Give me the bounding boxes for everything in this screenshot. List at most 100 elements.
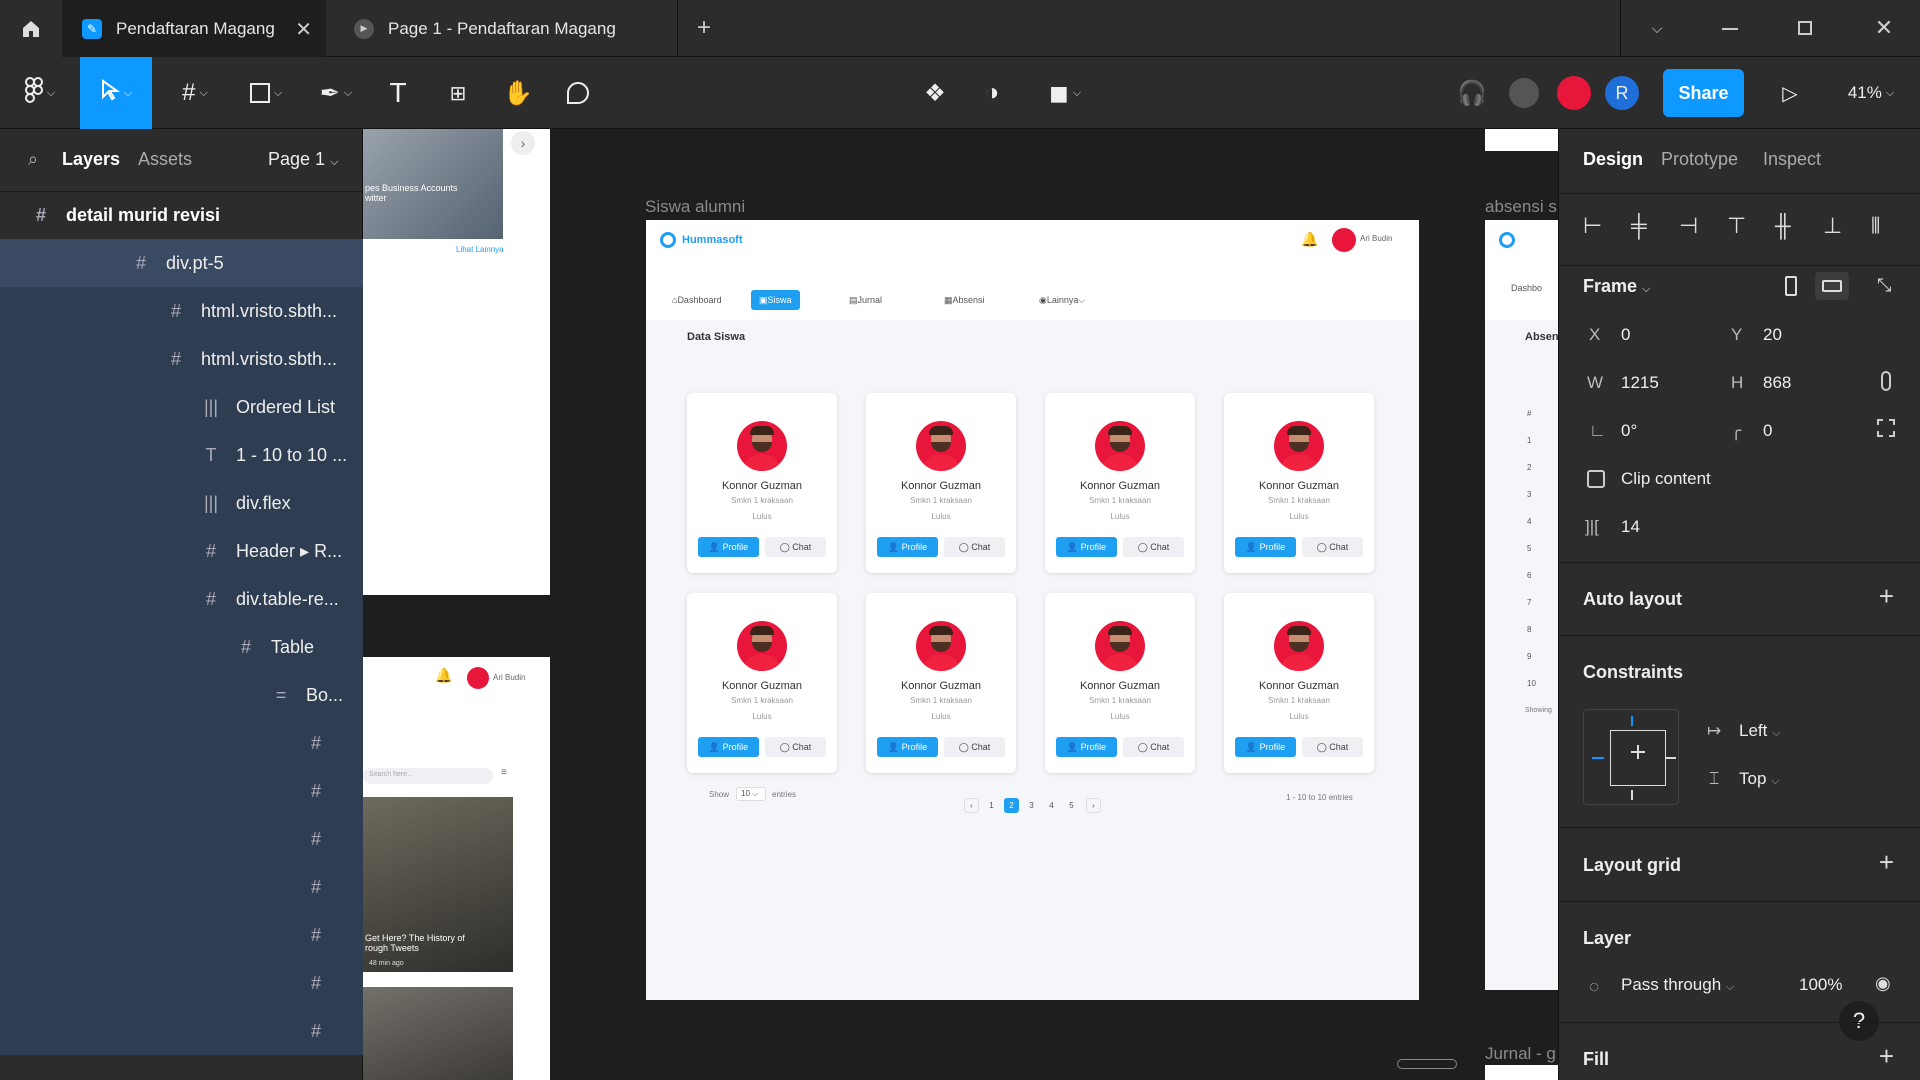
comment-tool[interactable] — [556, 57, 600, 129]
search-icon[interactable]: ⌕ — [28, 149, 38, 170]
layer-row[interactable]: # html.vristo.sbth... — [0, 335, 363, 383]
distribute-icon[interactable]: ⫴ — [1871, 213, 1880, 239]
h-input[interactable]: 868 — [1763, 373, 1791, 393]
add-auto-layout-icon[interactable]: + — [1879, 581, 1894, 612]
layer-row[interactable]: # — [0, 911, 363, 959]
layer-row[interactable]: T 1 - 10 to 10 ... — [0, 431, 363, 479]
see-more-link[interactable]: Lihat Lainnya — [456, 245, 504, 254]
w-input[interactable]: 1215 — [1621, 373, 1659, 393]
avatar-user-1[interactable] — [1504, 57, 1544, 129]
chat-button[interactable]: ◯ Chat — [765, 537, 826, 557]
tab-design[interactable]: Design — [1583, 149, 1643, 170]
chat-button[interactable]: ◯ Chat — [1123, 737, 1184, 757]
chevron-right-icon[interactable]: › — [511, 131, 535, 155]
add-layout-grid-icon[interactable]: + — [1879, 847, 1894, 878]
avatar[interactable] — [1332, 228, 1356, 252]
layer-row[interactable]: # div.table-re... — [0, 575, 363, 623]
main-menu-button[interactable]: ⌵ — [10, 57, 70, 129]
layer-row[interactable]: # html.vristo.sbth... — [0, 287, 363, 335]
canvas[interactable]: pes Business Accounts witter › Lihat Lai… — [363, 129, 1558, 1080]
restore-icon[interactable] — [1798, 21, 1812, 35]
entries-select[interactable]: 10 ⌵ — [736, 787, 766, 801]
nav-item-siswa[interactable]: ▣ Siswa — [751, 290, 800, 310]
present-button[interactable]: ▷ — [1770, 57, 1810, 129]
profile-button[interactable]: 👤 Profile — [877, 737, 938, 757]
tab-inspect[interactable]: Inspect — [1763, 149, 1821, 170]
align-right-icon[interactable]: ⊣ — [1679, 213, 1698, 239]
frame-label[interactable]: absensi s — [1485, 197, 1557, 217]
profile-button[interactable]: 👤 Profile — [1235, 737, 1296, 757]
blend-mode-dropdown[interactable]: Pass through ⌵ — [1621, 975, 1734, 995]
vertical-constraint-dropdown[interactable]: Top ⌵ — [1739, 769, 1780, 789]
eye-icon[interactable]: ◉ — [1875, 973, 1891, 994]
nav-dashboard[interactable]: Dashbo — [1511, 283, 1542, 293]
filter-icon[interactable]: ≡ — [501, 767, 507, 778]
layer-row[interactable]: # — [0, 863, 363, 911]
layer-row[interactable]: # — [0, 815, 363, 863]
align-center-h-icon[interactable]: ╪ — [1631, 213, 1647, 239]
portrait-icon[interactable] — [1785, 276, 1797, 296]
chat-button[interactable]: ◯ Chat — [1302, 737, 1363, 757]
x-input[interactable]: 0 — [1621, 325, 1630, 345]
mask-button[interactable]: ◑ — [970, 57, 1014, 129]
frame-siswa-alumni[interactable]: Hummasoft 🔔 Ari Budin ⌂ Dashboard ▣ Siswa… — [646, 220, 1419, 1000]
frame-label[interactable]: Jurnal - g — [1485, 1044, 1556, 1064]
nav-item-absensi[interactable]: ▦ Absensi — [936, 290, 993, 310]
frame-bottom-right[interactable] — [1485, 1065, 1558, 1080]
chevron-down-icon[interactable]: ⌵ — [1645, 16, 1669, 40]
frame-dropdown[interactable]: Frame ⌵ — [1583, 276, 1650, 297]
resize-to-fit-icon[interactable]: ⤡ — [1877, 275, 1891, 296]
profile-button[interactable]: 👤 Profile — [877, 537, 938, 557]
frame-title-row[interactable]: # detail murid revisi — [0, 191, 363, 239]
corner-radius-input[interactable]: 0 — [1763, 421, 1772, 441]
resources-tool[interactable]: ⊞ — [438, 57, 478, 129]
spacing-input[interactable]: 14 — [1621, 517, 1640, 537]
close-tab-icon[interactable]: ✕ — [295, 17, 312, 42]
frame-label[interactable]: Siswa alumni — [645, 197, 745, 217]
brand-name[interactable]: Hummasoft — [682, 234, 743, 246]
add-fill-icon[interactable]: + — [1879, 1041, 1894, 1072]
boolean-button[interactable]: ◼ ⌵ — [1035, 57, 1095, 129]
frame-tool[interactable]: # ⌵ — [165, 57, 225, 129]
help-button[interactable]: ? — [1839, 1001, 1879, 1041]
frame-top-right[interactable] — [1485, 129, 1558, 151]
prev-page-button[interactable]: ‹ — [964, 798, 979, 813]
bell-icon[interactable]: 🔔 — [435, 667, 452, 684]
nav-item-jurnal[interactable]: ▤ Jurnal — [841, 290, 890, 310]
layer-row[interactable]: ||| Ordered List — [0, 383, 363, 431]
layer-row[interactable]: # — [0, 959, 363, 1007]
page-button[interactable]: 4 — [1044, 798, 1059, 813]
frame-absensi[interactable]: Dashbo Absen #1 2 3 4 5 6 7 8 9 10 Showing — [1485, 220, 1558, 990]
rotation-input[interactable]: 0° — [1621, 421, 1637, 441]
layer-row[interactable]: # div.pt-5 — [0, 239, 363, 287]
layer-row[interactable]: # Header ▸ R... — [0, 527, 363, 575]
profile-button[interactable]: 👤 Profile — [698, 537, 759, 557]
layer-row[interactable]: ||| div.flex — [0, 479, 363, 527]
independent-corners-icon[interactable] — [1877, 419, 1895, 437]
next-page-button[interactable]: › — [1086, 798, 1101, 813]
chat-button[interactable]: ◯ Chat — [1123, 537, 1184, 557]
profile-button[interactable]: 👤 Profile — [1235, 537, 1296, 557]
move-tool[interactable]: ⌵ — [80, 57, 152, 129]
page-button[interactable]: 2 — [1004, 798, 1019, 813]
frame-left-bottom[interactable]: 🔔 Ari Budin Search here... ≡ Get Here? T… — [363, 657, 550, 1080]
tab-assets[interactable]: Assets — [138, 149, 192, 170]
landscape-icon[interactable] — [1815, 272, 1849, 300]
bell-icon[interactable]: 🔔 — [1301, 231, 1318, 248]
home-icon[interactable] — [0, 0, 62, 57]
nav-item-dashboard[interactable]: ⌂ Dashboard — [664, 290, 729, 310]
tab-layers[interactable]: Layers — [62, 149, 120, 170]
page-selector[interactable]: Page 1 ⌵ — [268, 149, 338, 170]
search-input[interactable]: Search here... — [363, 768, 493, 784]
zoom-dropdown[interactable]: 41% ⌵ — [1836, 57, 1906, 129]
align-center-v-icon[interactable]: ╫ — [1775, 213, 1791, 239]
tab-pendaftaran-magang[interactable]: ✎ Pendaftaran Magang ✕ — [62, 0, 326, 57]
avatar-user-2[interactable] — [1554, 57, 1594, 129]
pen-tool[interactable]: ✒ ⌵ — [306, 57, 366, 129]
avatar-user-3[interactable]: R — [1602, 57, 1642, 129]
components-button[interactable]: ❖ — [913, 57, 957, 129]
layer-row[interactable]: = Bo... — [0, 671, 363, 719]
align-left-icon[interactable]: ⊢ — [1583, 213, 1602, 239]
chat-button[interactable]: ◯ Chat — [944, 737, 1005, 757]
align-top-icon[interactable]: ⊤ — [1727, 213, 1746, 239]
